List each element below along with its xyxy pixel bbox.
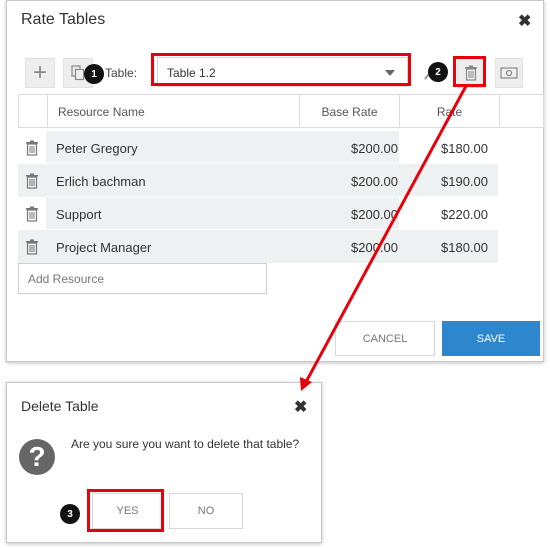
connector-arrow xyxy=(300,85,468,391)
